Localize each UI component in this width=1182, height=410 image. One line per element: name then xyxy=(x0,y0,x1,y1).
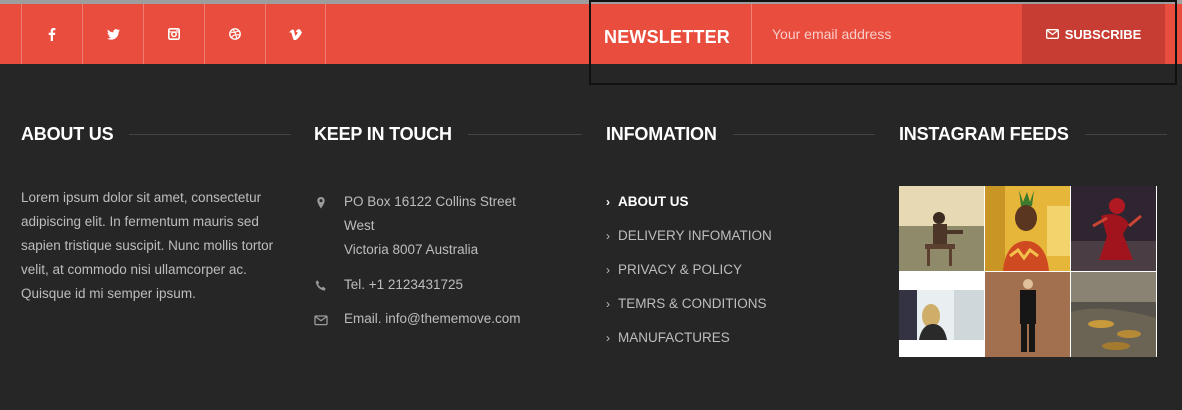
info-link-label: DELIVERY INFOMATION xyxy=(618,228,772,243)
info-link-label: TEMRS & CONDITIONS xyxy=(618,296,767,311)
info-heading-row: INFOMATION xyxy=(606,122,875,146)
photo-man-with-pineapple xyxy=(985,186,1070,271)
info-link-label: PRIVACY & POLICY xyxy=(618,262,743,277)
instagram-heading-row: INSTAGRAM FEEDS xyxy=(899,122,1167,146)
phone-icon xyxy=(315,280,326,291)
instagram-photo[interactable] xyxy=(985,272,1070,357)
about-text: Lorem ipsum dolor sit amet, consectetur … xyxy=(21,190,274,301)
photo-red-dress xyxy=(1071,186,1156,271)
chevron-right-icon: › xyxy=(606,296,610,311)
info-link-about-us[interactable]: › ABOUT US xyxy=(606,194,689,209)
email-text[interactable]: Email. info@thememove.com xyxy=(344,307,521,331)
heading-divider xyxy=(1084,133,1167,135)
photo-woman-by-window xyxy=(899,272,984,357)
phone-text: Tel. +1 2123431725 xyxy=(344,277,463,292)
twitter-link[interactable] xyxy=(82,4,143,64)
envelope-icon xyxy=(314,315,328,326)
instagram-photo[interactable] xyxy=(1071,272,1156,357)
dribbble-link[interactable] xyxy=(204,4,265,64)
instagram-link[interactable] xyxy=(143,4,204,64)
chevron-right-icon: › xyxy=(606,228,610,243)
chevron-right-icon: › xyxy=(606,194,610,209)
heading-divider xyxy=(467,133,582,135)
about-title: ABOUT US xyxy=(21,123,114,144)
dribbble-icon xyxy=(229,28,241,40)
contact-title: KEEP IN TOUCH xyxy=(314,123,452,144)
info-link-label: ABOUT US xyxy=(618,194,689,209)
heading-divider xyxy=(129,133,291,135)
chevron-right-icon: › xyxy=(606,330,610,345)
facebook-link[interactable] xyxy=(21,4,82,64)
instagram-photo[interactable] xyxy=(899,186,984,271)
facebook-icon xyxy=(48,27,56,41)
instagram-title: INSTAGRAM FEEDS xyxy=(899,123,1069,144)
twitter-icon xyxy=(106,28,120,40)
info-link-delivery[interactable]: › DELIVERY INFOMATION xyxy=(606,228,772,243)
photo-woman-black-suit xyxy=(985,272,1070,357)
instagram-photo[interactable] xyxy=(985,186,1070,271)
address-line-1: PO Box 16122 Collins Street xyxy=(344,194,516,209)
photo-man-on-chair xyxy=(899,186,984,271)
instagram-photo[interactable] xyxy=(1071,186,1156,271)
instagram-icon xyxy=(168,28,180,40)
info-link-label: MANUFACTURES xyxy=(618,330,730,345)
info-link-terms[interactable]: › TEMRS & CONDITIONS xyxy=(606,296,767,311)
address-line-2: West xyxy=(344,218,375,233)
newsletter-highlight-frame xyxy=(589,0,1177,85)
info-link-privacy[interactable]: › PRIVACY & POLICY xyxy=(606,262,742,277)
address-line-3: Victoria 8007 Australia xyxy=(344,242,479,257)
map-marker-icon xyxy=(317,197,325,209)
instagram-photo[interactable] xyxy=(899,272,984,357)
about-heading-row: ABOUT US xyxy=(21,122,291,146)
info-title: INFOMATION xyxy=(606,123,717,144)
photo-boats-on-water xyxy=(1071,272,1156,357)
vimeo-icon xyxy=(289,28,302,40)
heading-divider xyxy=(732,133,875,135)
contact-heading-row: KEEP IN TOUCH xyxy=(314,122,582,146)
chevron-right-icon: › xyxy=(606,262,610,277)
vimeo-link[interactable] xyxy=(265,4,326,64)
info-link-manufactures[interactable]: › MANUFACTURES xyxy=(606,330,730,345)
instagram-grid xyxy=(899,186,1157,357)
